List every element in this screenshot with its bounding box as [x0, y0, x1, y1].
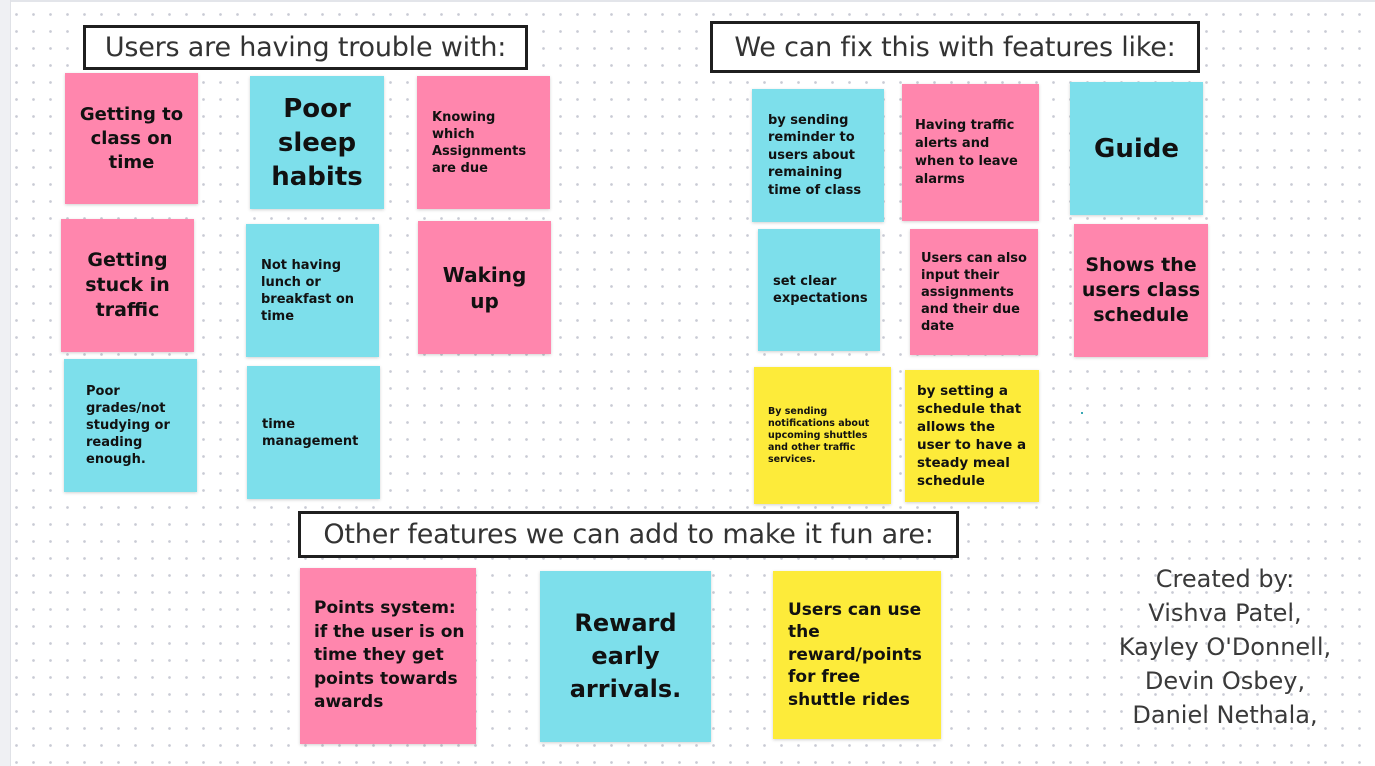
- sticky-note-shuttle-notifications[interactable]: By sending notifications about upcoming …: [754, 367, 891, 504]
- sticky-note-text: by setting a schedule that allows the us…: [917, 383, 1027, 489]
- sticky-note-time-management[interactable]: time management: [247, 366, 380, 499]
- sticky-note-text: Reward early arrivals.: [569, 609, 682, 703]
- sticky-note-text: Getting stuck in traffic: [85, 249, 170, 321]
- sticky-note-stuck-in-traffic[interactable]: Getting stuck in traffic: [61, 219, 194, 352]
- sticky-note-meal-schedule[interactable]: by setting a schedule that allows the us…: [905, 370, 1039, 502]
- sticky-note-text: Points system: if the user is on time th…: [314, 598, 465, 713]
- sticky-note-text: Shows the users class schedule: [1081, 254, 1201, 326]
- sticky-note-points-system[interactable]: Points system: if the user is on time th…: [300, 568, 476, 744]
- sticky-note-text: Not having lunch or breakfast on time: [261, 257, 355, 324]
- frame-title-trouble-text: Users are having trouble with:: [104, 32, 507, 63]
- sticky-note-text: Users can use the reward/points for free…: [788, 599, 922, 710]
- sticky-note-class-schedule[interactable]: Shows the users class schedule: [1074, 224, 1208, 357]
- credits-text-block[interactable]: Created by: Vishva Patel, Kayley O'Donne…: [1095, 562, 1355, 732]
- canvas-left-border: [0, 0, 11, 766]
- sticky-note-text: Having traffic alerts and when to leave …: [915, 117, 1018, 187]
- sticky-note-poor-sleep[interactable]: Poor sleep habits: [250, 76, 384, 209]
- credits-name: Daniel Nethala,: [1132, 701, 1318, 729]
- frame-title-features-text: We can fix this with features like:: [734, 31, 1176, 63]
- credits-name: Kayley O'Donnell,: [1118, 633, 1332, 661]
- credits-heading: Created by:: [1155, 565, 1295, 593]
- sticky-note-reward-early[interactable]: Reward early arrivals.: [540, 571, 711, 742]
- sticky-note-getting-to-class[interactable]: Getting to class on time: [65, 73, 198, 204]
- sticky-note-text: Knowing which Assignments are due: [432, 109, 527, 176]
- sticky-note-text: Poor grades/not studying or reading enou…: [86, 384, 170, 467]
- sticky-note-input-assignments[interactable]: Users can also input their assignments a…: [910, 229, 1038, 355]
- sticky-note-lunch-breakfast[interactable]: Not having lunch or breakfast on time: [246, 224, 379, 357]
- canvas-top-border: [0, 0, 1375, 2]
- sticky-note-text: Getting to class on time: [79, 103, 184, 173]
- stray-marker: [1081, 412, 1083, 414]
- credits-name: Vishva Patel,: [1148, 599, 1302, 627]
- sticky-note-class-reminder[interactable]: by sending reminder to users about remai…: [752, 89, 884, 222]
- sticky-note-assignments[interactable]: Knowing which Assignments are due: [417, 76, 550, 209]
- sticky-note-text: Users can also input their assignments a…: [921, 250, 1027, 334]
- sticky-note-guide[interactable]: Guide: [1070, 82, 1203, 215]
- frame-title-features[interactable]: We can fix this with features like:: [710, 21, 1200, 73]
- sticky-note-text: Guide: [1093, 133, 1179, 164]
- sticky-note-text: Waking up: [442, 262, 527, 313]
- sticky-note-free-shuttle[interactable]: Users can use the reward/points for free…: [773, 571, 941, 739]
- credits-name: Devin Osbey,: [1144, 667, 1306, 695]
- sticky-note-clear-expectations[interactable]: set clear expectations: [758, 229, 880, 351]
- sticky-note-waking-up[interactable]: Waking up: [418, 221, 551, 354]
- frame-title-fun-text: Other features we can add to make it fun…: [323, 519, 934, 550]
- sticky-note-text: set clear expectations: [773, 274, 868, 306]
- sticky-note-text: time management: [262, 416, 359, 449]
- sticky-note-poor-grades[interactable]: Poor grades/not studying or reading enou…: [64, 359, 197, 492]
- frame-title-trouble[interactable]: Users are having trouble with:: [83, 25, 528, 70]
- sticky-note-text: by sending reminder to users about remai…: [768, 112, 862, 198]
- frame-title-fun[interactable]: Other features we can add to make it fun…: [298, 511, 959, 558]
- sticky-note-text: By sending notifications about upcoming …: [768, 405, 870, 465]
- sticky-note-traffic-alerts[interactable]: Having traffic alerts and when to leave …: [902, 84, 1039, 221]
- whiteboard-canvas[interactable]: Users are having trouble with: We can fi…: [0, 0, 1375, 766]
- sticky-note-text: Poor sleep habits: [271, 93, 363, 192]
